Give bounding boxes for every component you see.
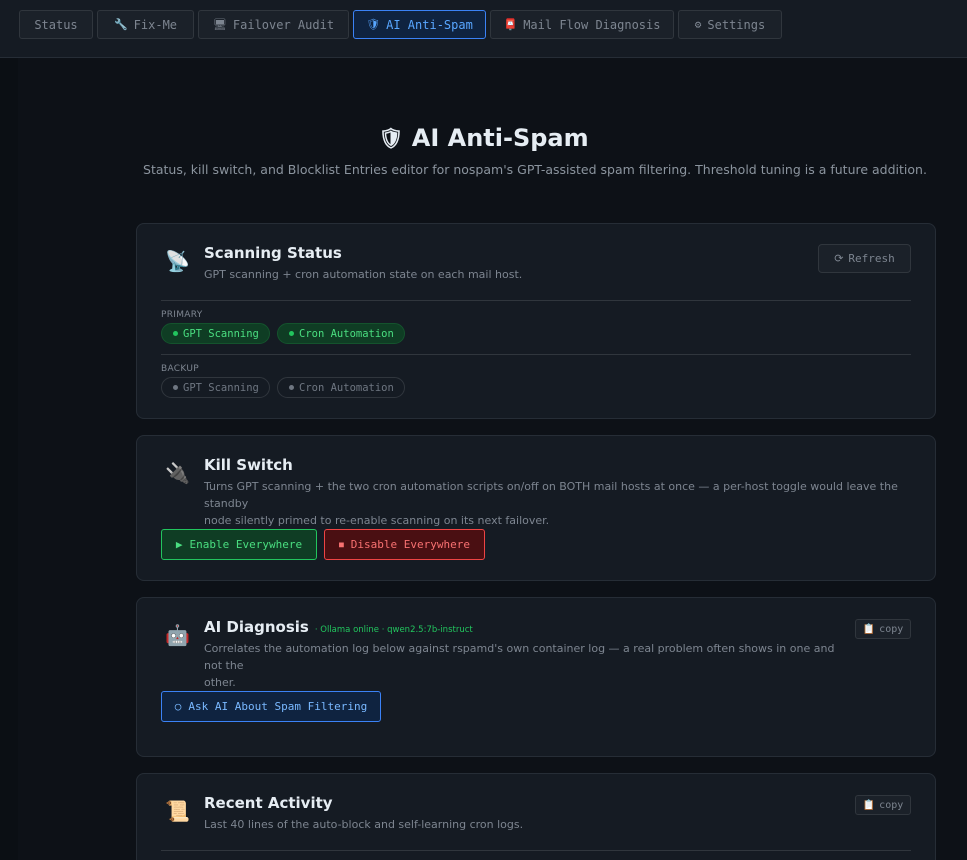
host-label-primary: PRIMARY: [161, 310, 203, 320]
button-label: Ask AI About Spam Filtering: [188, 700, 368, 713]
tab-label: Mail Flow Diagnosis: [523, 17, 661, 32]
card-title: Scanning Status: [204, 244, 342, 262]
robot-icon: 🤖: [165, 623, 190, 647]
scanning-status-card: 📡 Scanning Status GPT scanning + cron au…: [136, 223, 936, 419]
play-icon: ▶: [175, 538, 183, 551]
wrench-icon: 🔧: [113, 18, 128, 31]
status-badge-backup-cron: Cron Automation: [277, 377, 405, 398]
desc-line: node silently primed to re-enable scanni…: [204, 514, 550, 527]
tab-status[interactable]: Status: [19, 10, 93, 39]
refresh-icon: ⟳: [834, 252, 844, 265]
card-title-text: AI Diagnosis: [204, 618, 309, 636]
tab-ai-anti-spam[interactable]: 🛡 AI Anti-Spam: [353, 10, 486, 39]
copy-button[interactable]: 📋 copy: [855, 619, 911, 639]
disable-everywhere-button[interactable]: ■ Disable Everywhere: [324, 529, 485, 560]
badge-label: Cron Automation: [299, 327, 394, 340]
refresh-label: Refresh: [848, 252, 895, 265]
tab-label: Status: [34, 17, 78, 32]
page-subtitle: Status, kill switch, and Blocklist Entri…: [143, 162, 927, 177]
copy-label: copy: [879, 623, 904, 635]
copy-button[interactable]: 📋 copy: [855, 795, 911, 815]
sidebar-strip: [0, 58, 18, 860]
shield-icon: 🛡: [378, 126, 404, 150]
tab-fix-me[interactable]: 🔧 Fix-Me: [97, 10, 194, 39]
tab-label: Settings: [707, 17, 766, 32]
card-description: GPT scanning + cron automation state on …: [204, 268, 523, 281]
ask-ai-button[interactable]: ○ Ask AI About Spam Filtering: [161, 691, 381, 722]
shield-icon: 🛡: [366, 18, 381, 31]
status-badge-primary-gpt: GPT Scanning: [161, 323, 270, 344]
badge-label: Cron Automation: [299, 381, 394, 394]
stop-icon: ■: [338, 540, 344, 549]
tab-label: AI Anti-Spam: [386, 17, 473, 32]
tab-label: Failover Audit: [232, 17, 335, 32]
clipboard-icon: 📋: [862, 623, 876, 635]
card-title: AI Diagnosis · Ollama online · qwen2.5:7b…: [204, 618, 473, 636]
card-description: Correlates the automation log below agai…: [204, 640, 844, 691]
badge-label: GPT Scanning: [183, 381, 259, 394]
kill-switch-card: 🔌 Kill Switch Turns GPT scanning + the t…: [136, 435, 936, 581]
card-description: Last 40 lines of the auto-block and self…: [204, 818, 524, 831]
copy-label: copy: [879, 799, 904, 811]
badge-label: GPT Scanning: [183, 327, 259, 340]
desc-line: Turns GPT scanning + the two cron automa…: [204, 480, 898, 510]
card-description: Turns GPT scanning + the two cron automa…: [204, 478, 914, 529]
status-badge-primary-cron: Cron Automation: [277, 323, 405, 344]
divider: [161, 300, 911, 301]
gear-icon: ⚙: [694, 18, 702, 31]
tab-settings[interactable]: ⚙ Settings: [678, 10, 782, 39]
enable-everywhere-button[interactable]: ▶ Enable Everywhere: [161, 529, 317, 560]
desc-line: Correlates the automation log below agai…: [204, 642, 835, 672]
page-title: 🛡 AI Anti-Spam: [0, 124, 967, 152]
card-title: Kill Switch: [204, 456, 293, 474]
recent-activity-card: 📜 Recent Activity Last 40 lines of the a…: [136, 773, 936, 860]
divider: [161, 850, 911, 851]
monitor-icon: 🖥: [212, 18, 227, 31]
status-badge-backup-gpt: GPT Scanning: [161, 377, 270, 398]
status-dot: [173, 385, 178, 390]
card-title: Recent Activity: [204, 794, 333, 812]
status-dot: [289, 331, 294, 336]
plug-icon: 🔌: [165, 461, 190, 485]
tab-mail-flow-diagnosis[interactable]: 📮 Mail Flow Diagnosis: [490, 10, 674, 39]
divider: [161, 354, 911, 355]
desc-line: other.: [204, 676, 236, 689]
host-label-backup: BACKUP: [161, 364, 199, 374]
satellite-dish-icon: 📡: [165, 249, 190, 273]
refresh-button[interactable]: ⟳ Refresh: [818, 244, 911, 273]
top-nav: Status 🔧 Fix-Me 🖥 Failover Audit 🛡 AI An…: [0, 0, 967, 58]
ai-diagnosis-card: 🤖 AI Diagnosis · Ollama online · qwen2.5:…: [136, 597, 936, 757]
scroll-icon: 📜: [165, 799, 190, 823]
status-dot: [173, 331, 178, 336]
status-dot: [289, 385, 294, 390]
clipboard-icon: 📋: [862, 799, 876, 811]
tab-failover-audit[interactable]: 🖥 Failover Audit: [198, 10, 349, 39]
page-title-text: AI Anti-Spam: [411, 124, 589, 152]
button-label: Enable Everywhere: [189, 538, 303, 551]
circle-icon: ○: [174, 700, 182, 713]
model-status: · Ollama online · qwen2.5:7b-instruct: [314, 625, 473, 635]
mailbox-icon: 📮: [503, 18, 518, 31]
button-label: Disable Everywhere: [350, 538, 471, 551]
tab-label: Fix-Me: [133, 17, 178, 32]
